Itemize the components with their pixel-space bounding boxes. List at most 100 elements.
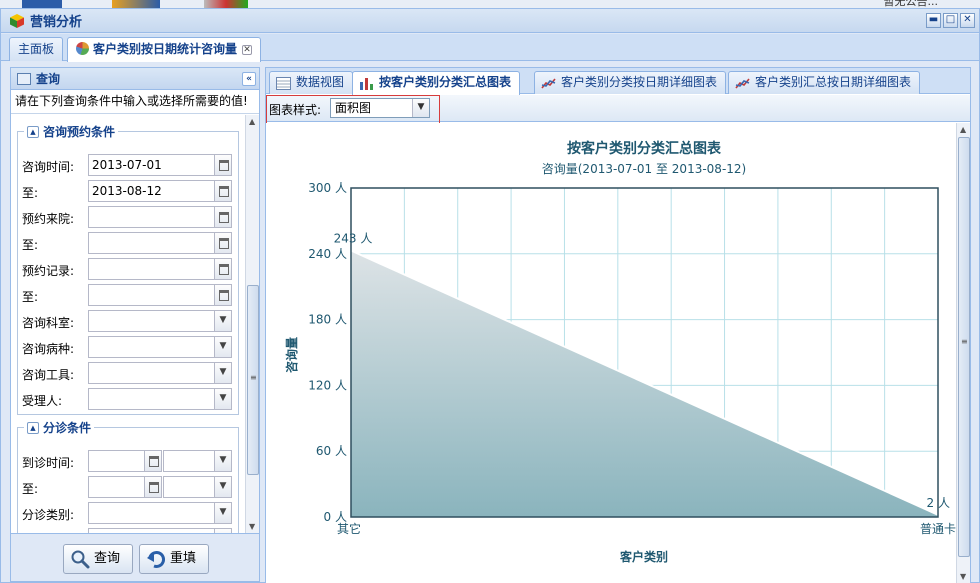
tab-label: 按客户类别分类汇总图表 — [379, 75, 512, 89]
chevron-down-icon[interactable]: ▼ — [214, 389, 231, 409]
arrival-date-from-input[interactable] — [88, 450, 162, 472]
triage-category-select[interactable]: ▼ — [88, 502, 232, 524]
query-button-label: 查询 — [94, 551, 121, 566]
minimize-button[interactable]: ▬ — [926, 13, 941, 28]
tab-close-icon[interactable]: ✕ — [242, 45, 253, 55]
tab-label: 主面板 — [18, 42, 55, 56]
consult-disease-select[interactable]: ▼ — [88, 336, 232, 358]
y-tick-label: 180 人 — [308, 313, 347, 327]
scroll-down-icon[interactable]: ▼ — [960, 572, 966, 581]
tab-summary-date-detail[interactable]: 客户类别汇总按日期详细图表 — [728, 71, 921, 94]
arrival-time-to-select[interactable]: ▼ — [163, 476, 232, 498]
row-reservation-record-to: 至: — [22, 284, 234, 306]
window-title: 营销分析 — [30, 15, 83, 30]
query-panel-header: 查询 « — [11, 68, 259, 90]
chevron-down-icon[interactable]: ▼ — [214, 477, 231, 497]
line-chart-icon — [735, 76, 750, 89]
field-label: 至: — [22, 238, 39, 252]
scroll-up-icon[interactable]: ▲ — [960, 125, 966, 134]
desktop-icon — [204, 0, 248, 8]
consult-tool-select[interactable]: ▼ — [88, 362, 232, 384]
scroll-thumb[interactable] — [958, 137, 970, 557]
calendar-icon[interactable] — [144, 451, 161, 471]
close-window-button[interactable]: ✕ — [960, 13, 975, 28]
calendar-icon[interactable] — [214, 259, 231, 279]
app-cube-icon — [9, 13, 25, 29]
tab-summary-chart[interactable]: 按客户类别分类汇总图表 — [352, 71, 521, 95]
calendar-icon[interactable] — [214, 233, 231, 253]
field-label: 咨询时间: — [22, 160, 75, 174]
scroll-up-icon[interactable]: ▲ — [249, 117, 255, 126]
grip-icon: ≡ — [250, 373, 257, 382]
field-label: 到诊时间: — [22, 456, 75, 470]
collapse-group-icon[interactable]: ▲ — [27, 125, 39, 138]
calendar-icon[interactable] — [214, 155, 231, 175]
chevron-down-icon[interactable]: ▼ — [214, 337, 231, 357]
scroll-down-icon[interactable]: ▼ — [249, 522, 255, 531]
chart-tab-bar: 数据视图 按客户类别分类汇总图表 客户类别分类按日期详细图表 客户类别汇总按日期… — [266, 68, 970, 95]
collapse-panel-button[interactable]: « — [242, 71, 256, 86]
pie-chart-icon — [76, 42, 89, 55]
consult-department-select[interactable]: ▼ — [88, 310, 232, 332]
row-handler: 受理人: ▼ — [22, 388, 234, 410]
chart-scrollbar[interactable]: ▲ ≡ ▼ — [956, 123, 970, 583]
group-title: 分诊条件 — [43, 421, 92, 435]
collapse-group-icon[interactable]: ▲ — [27, 421, 39, 434]
query-form: ▲ 咨询预约条件 咨询时间: 2013-07-01 至: 2013-08-12 预约来… — [11, 115, 259, 533]
x-axis-title: 客户类别 — [619, 549, 668, 564]
chart-style-label: 图表样式: — [269, 103, 322, 117]
query-panel: 查询 « 请在下列查询条件中输入或选择所需要的值! ▲ 咨询预约条件 咨询时间: 2… — [10, 67, 260, 582]
group-legend: ▲ 咨询预约条件 — [24, 123, 118, 140]
tab-data-view[interactable]: 数据视图 — [269, 71, 354, 94]
chevron-down-icon[interactable]: ▼ — [214, 363, 231, 383]
calendar-icon[interactable] — [144, 477, 161, 497]
reservation-visit-to-input[interactable] — [88, 232, 232, 254]
tab-main-panel[interactable]: 主面板 — [9, 37, 64, 61]
query-button[interactable]: 查询 — [63, 544, 133, 574]
chevron-down-icon[interactable]: ▼ — [214, 311, 231, 331]
handler-select[interactable]: ▼ — [88, 388, 232, 410]
query-form-scrollbar[interactable]: ▲ ≡ ▼ — [245, 115, 259, 533]
reset-button-label: 重填 — [170, 551, 197, 566]
undo-arrow-icon — [146, 549, 166, 569]
maximize-button[interactable]: □ — [943, 13, 958, 28]
chart-toolbar: 图表样式: 面积图 ▼ — [266, 95, 970, 125]
calendar-icon[interactable] — [214, 181, 231, 201]
arrival-date-to-input[interactable] — [88, 476, 162, 498]
chart-style-select[interactable]: 面积图 ▼ — [330, 98, 430, 118]
y-tick-label: 60 人 — [316, 444, 347, 458]
tab-category-date-detail[interactable]: 客户类别分类按日期详细图表 — [534, 71, 727, 94]
reservation-record-from-input[interactable] — [88, 258, 232, 280]
grid-icon — [276, 76, 291, 90]
field-label: 至: — [22, 482, 39, 496]
chevron-down-icon[interactable]: ▼ — [214, 503, 231, 523]
row-consult-time-from: 咨询时间: 2013-07-01 — [22, 154, 234, 176]
reservation-visit-from-input[interactable] — [88, 206, 232, 228]
form-icon — [17, 72, 31, 85]
tab-label: 客户类别分类按日期详细图表 — [561, 75, 718, 89]
row-reservation-visit-from: 预约来院: — [22, 206, 234, 228]
tab-customer-category-stats[interactable]: 客户类别按日期统计咨询量 ✕ — [67, 37, 262, 62]
chart-style-value: 面积图 — [335, 101, 372, 115]
x-tick-label: 其它 — [337, 521, 361, 536]
consult-time-to-input[interactable]: 2013-08-12 — [88, 180, 232, 202]
chart-subtitle: 咨询量(2013-07-01 至 2013-08-12) — [542, 161, 746, 176]
tab-label: 客户类别按日期统计咨询量 — [93, 42, 238, 56]
row-arrival-time-to: 至: ▼ — [22, 476, 234, 498]
tab-label: 数据视图 — [296, 75, 345, 89]
field-label: 咨询科室: — [22, 316, 75, 330]
desktop-icon — [112, 0, 160, 8]
arrival-time-from-select[interactable]: ▼ — [163, 450, 232, 472]
query-panel-footer: 查询 重填 — [11, 533, 259, 581]
calendar-icon[interactable] — [214, 285, 231, 305]
reset-button[interactable]: 重填 — [139, 544, 209, 574]
row-consult-tool: 咨询工具: ▼ — [22, 362, 234, 384]
reservation-record-to-input[interactable] — [88, 284, 232, 306]
field-value: 2013-07-01 — [92, 158, 162, 172]
chevron-down-icon[interactable]: ▼ — [214, 451, 231, 471]
chevron-down-icon[interactable]: ▼ — [412, 99, 429, 117]
window-titlebar: 营销分析 ▬ □ ✕ — [1, 9, 979, 33]
calendar-icon[interactable] — [214, 207, 231, 227]
top-strip: 暂无公告... — [0, 0, 980, 8]
consult-time-from-input[interactable]: 2013-07-01 — [88, 154, 232, 176]
